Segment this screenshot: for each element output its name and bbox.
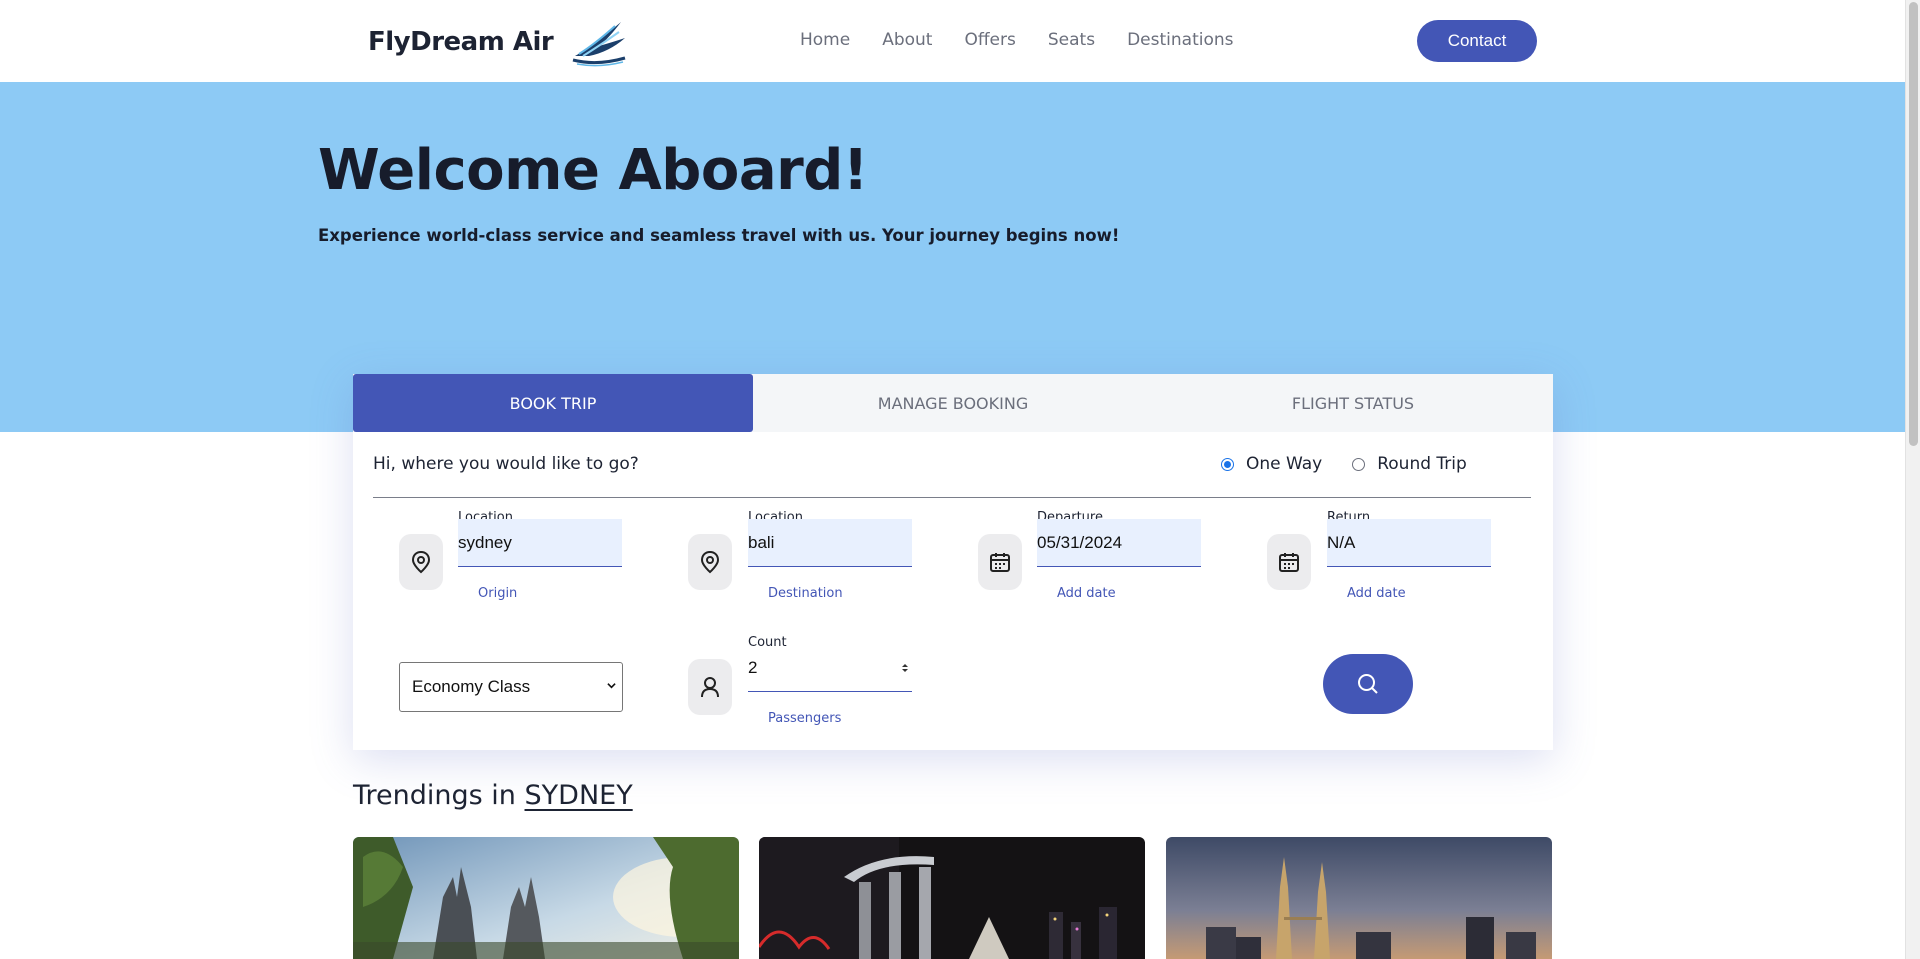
nav-destinations[interactable]: Destinations xyxy=(1127,30,1233,50)
departure-hint: Add date xyxy=(1057,586,1116,601)
booking-tabs: BOOK TRIP MANAGE BOOKING FLIGHT STATUS xyxy=(353,374,1553,432)
stepper-arrows-icon[interactable] xyxy=(900,662,910,674)
round-trip-label[interactable]: Round Trip xyxy=(1377,454,1467,474)
search-button[interactable] xyxy=(1323,654,1413,714)
cabin-class-value: Economy Class xyxy=(412,677,531,696)
nav-offers[interactable]: Offers xyxy=(964,30,1015,50)
scrollbar-thumb[interactable] xyxy=(1909,2,1918,446)
calendar-icon xyxy=(1279,553,1299,572)
location-pin-icon xyxy=(411,550,431,574)
tab-flight-status[interactable]: FLIGHT STATUS xyxy=(1153,374,1553,432)
nav-seats[interactable]: Seats xyxy=(1048,30,1095,50)
passengers-hint: Passengers xyxy=(768,711,842,726)
departure-icon-box xyxy=(978,534,1022,590)
hero-subtitle: Experience world-class service and seaml… xyxy=(318,226,1120,245)
destination-hint: Destination xyxy=(768,586,843,601)
bali-temple-image xyxy=(353,837,739,959)
origin-input[interactable]: sydney xyxy=(458,519,622,567)
calendar-icon xyxy=(990,553,1010,572)
passengers-value: 2 xyxy=(748,657,758,677)
booking-card: BOOK TRIP MANAGE BOOKING FLIGHT STATUS H… xyxy=(353,374,1553,750)
tab-manage-booking[interactable]: MANAGE BOOKING xyxy=(753,374,1153,432)
trending-prefix: Trendings in xyxy=(353,780,516,811)
destination-input[interactable]: bali xyxy=(748,519,912,567)
singapore-night-image xyxy=(759,837,1145,959)
return-hint: Add date xyxy=(1347,586,1406,601)
kuala-lumpur-towers-image xyxy=(1166,837,1552,959)
return-input[interactable]: N/A xyxy=(1327,519,1491,567)
search-icon xyxy=(1358,674,1378,694)
trending-city-link[interactable]: SYDNEY xyxy=(525,780,633,811)
person-icon xyxy=(701,677,719,698)
trending-card-bali[interactable] xyxy=(353,837,739,959)
main-nav: Home About Offers Seats Destinations xyxy=(800,30,1266,50)
tab-book-trip[interactable]: BOOK TRIP xyxy=(353,374,753,432)
trending-card-singapore[interactable] xyxy=(759,837,1145,959)
destination-icon-box xyxy=(688,534,732,590)
return-icon-box xyxy=(1267,534,1311,590)
contact-button[interactable]: Contact xyxy=(1417,20,1537,62)
nav-about[interactable]: About xyxy=(882,30,932,50)
one-way-radio[interactable] xyxy=(1221,457,1234,471)
trending-card-kuala-lumpur[interactable] xyxy=(1166,837,1552,959)
passengers-icon-box xyxy=(688,659,732,715)
passengers-input[interactable]: 2 xyxy=(748,644,912,692)
departure-input[interactable]: 05/31/2024 xyxy=(1037,519,1201,567)
nav-home[interactable]: Home xyxy=(800,30,850,50)
chevron-down-icon xyxy=(607,683,616,689)
page-scrollbar[interactable] xyxy=(1905,0,1920,959)
one-way-label[interactable]: One Way xyxy=(1246,454,1322,474)
bird-logo-icon xyxy=(572,22,626,67)
booking-greeting: Hi, where you would like to go? xyxy=(373,454,639,474)
top-navbar: FlyDream Air Home About Offers Seats Des… xyxy=(0,0,1905,82)
round-trip-radio[interactable] xyxy=(1352,457,1366,471)
trip-type-group: One Way Round Trip xyxy=(1221,454,1497,474)
origin-hint: Origin xyxy=(478,586,518,601)
origin-icon-box xyxy=(399,534,443,590)
trending-heading: Trendings in SYDNEY xyxy=(353,780,633,811)
cabin-class-select[interactable]: Economy Class xyxy=(399,662,623,712)
hero-title: Welcome Aboard! xyxy=(318,138,868,203)
form-divider xyxy=(373,497,1531,498)
brand-name: FlyDream Air xyxy=(368,27,554,57)
location-pin-icon xyxy=(700,550,720,574)
brand[interactable]: FlyDream Air xyxy=(368,16,629,68)
